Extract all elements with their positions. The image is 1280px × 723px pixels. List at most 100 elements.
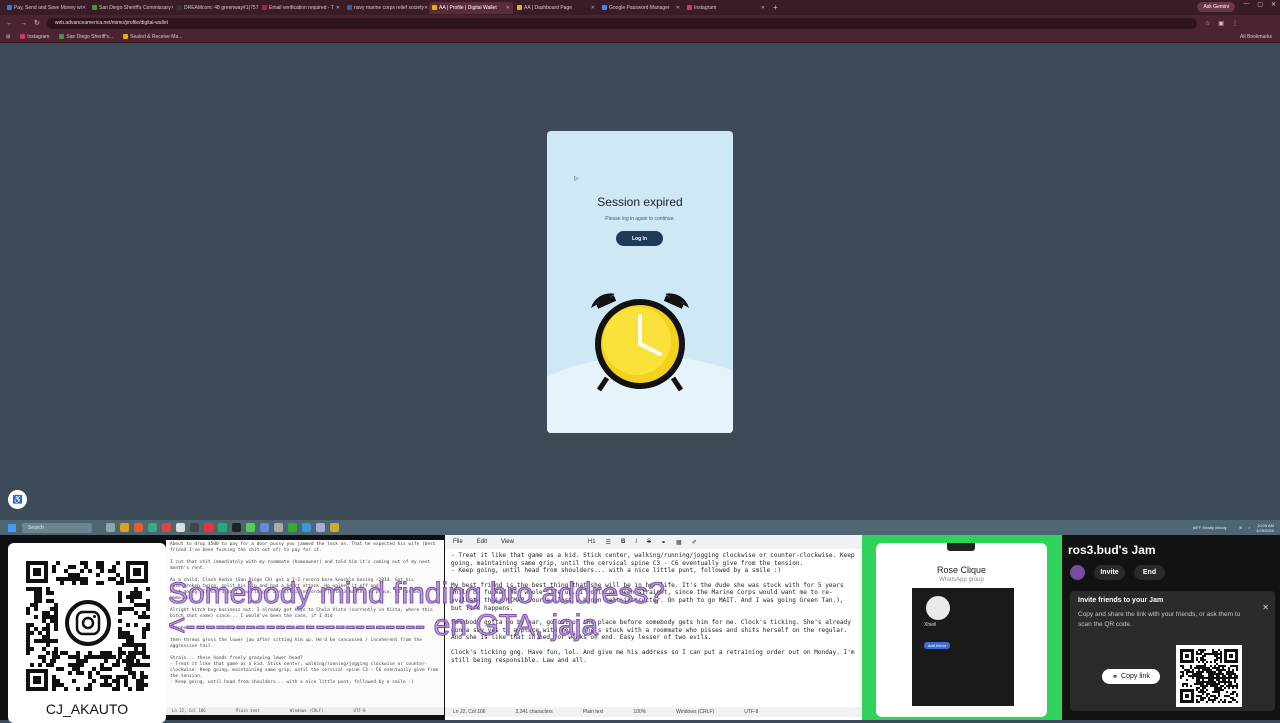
heading-dropdown[interactable]: H1 — [588, 539, 596, 546]
tab-label: AA | Profile | Digital Wallet — [439, 4, 497, 11]
taskbar-app-icon[interactable] — [120, 523, 129, 532]
browser-tab[interactable]: San Diego Sheriff's Commissary ✕ — [89, 2, 173, 14]
tab-favicon-icon — [432, 5, 437, 10]
taskbar-app-icon[interactable] — [134, 523, 143, 532]
whatsapp-group-subtitle: WhatsApp group — [939, 577, 984, 583]
taskbar-app-icon[interactable] — [232, 523, 241, 532]
maximize-icon[interactable]: ▢ — [1257, 1, 1263, 8]
clear-format-icon[interactable]: ✐ — [692, 539, 697, 546]
close-window-icon[interactable]: ✕ — [1271, 1, 1276, 8]
browser-tab[interactable]: AA | Dashboard Page ✕ — [514, 2, 598, 14]
taskbar-app-icon[interactable] — [246, 523, 255, 532]
accessibility-fab-icon[interactable]: ♿ — [8, 490, 27, 509]
bold-icon[interactable]: B — [621, 539, 625, 546]
instagram-qr-panel: CJ_AKAUTO — [8, 543, 166, 723]
browser-tab[interactable]: Pay, Send and Save Money wi ✕ — [4, 2, 88, 14]
jam-invite-button[interactable]: Invite — [1094, 565, 1125, 580]
browser-tab-bar: Pay, Send and Save Money wi ✕ San Diego Sh… — [0, 0, 1280, 15]
taskbar-app-icon[interactable] — [218, 523, 227, 532]
bookmark-item[interactable]: Instagram — [20, 34, 49, 40]
tab-close-icon[interactable]: ✕ — [336, 5, 340, 11]
bookmark-item[interactable]: San Diego Sheriff's... — [59, 34, 113, 40]
table-icon[interactable]: ▦ — [676, 539, 682, 546]
gemini-label: Ask Gemini — [1203, 4, 1229, 10]
tab-label: navy marine corps relief society — [354, 4, 425, 11]
all-bookmarks-button[interactable]: All Bookmarks — [1240, 34, 1272, 40]
browser-tab[interactable]: navy marine corps relief society ✕ — [344, 2, 428, 14]
tab-favicon-icon — [602, 5, 607, 10]
wifi-icon[interactable]: ≋ — [1239, 525, 1242, 530]
notes-status-item: Plain text — [235, 708, 260, 713]
whatsapp-group-name: Rose Clique — [936, 565, 987, 575]
close-icon[interactable]: ✕ — [1262, 603, 1269, 612]
bookmark-star-icon[interactable]: ☆ — [1205, 20, 1210, 27]
volume-icon[interactable]: ♪ — [1248, 525, 1250, 530]
browser-tab[interactable]: Instagram ✕ — [684, 2, 768, 14]
taskbar-app-icon[interactable] — [190, 523, 199, 532]
tab-label: Email verification required - T — [269, 4, 334, 11]
copy-link-button[interactable]: ⚭ Copy link — [1102, 669, 1160, 684]
taskbar-app-icon[interactable] — [260, 523, 269, 532]
minimize-icon[interactable]: — — [1243, 1, 1249, 8]
editor-status-item: Plain text — [582, 709, 604, 715]
link-icon[interactable]: ⚭ — [661, 539, 666, 546]
taskbar-app-icon[interactable] — [330, 523, 339, 532]
notes-status-item: Ln 22, Col 106 — [172, 708, 206, 713]
browser-tab[interactable]: Google Password Manager ✕ — [599, 2, 683, 14]
jam-end-button[interactable]: End — [1134, 565, 1165, 580]
tab-close-icon[interactable]: ✕ — [591, 5, 595, 11]
menu-view[interactable]: View — [501, 539, 514, 545]
taskbar-app-icon[interactable] — [176, 523, 185, 532]
tab-close-icon[interactable]: ✕ — [82, 5, 86, 11]
overlay-caption-line-2: <------------------------ en GTA, jaja — [168, 609, 599, 642]
tab-close-icon[interactable]: ✕ — [171, 5, 173, 11]
clock[interactable]: 10:05 AM 4/28/2025 — [1256, 523, 1274, 533]
taskbar-app-icon[interactable] — [204, 523, 213, 532]
back-icon[interactable]: ← — [6, 20, 13, 27]
extensions-icon[interactable]: ▣ — [1218, 20, 1224, 27]
windows-taskbar: Search 68°F Mostly cloudy ≋ ♪ 10:05 AM 4… — [0, 520, 1280, 535]
new-tab-icon[interactable]: + — [773, 3, 778, 12]
tab-label: DREAMcom: 48 greenway#1(757) — [184, 4, 258, 11]
taskbar-search[interactable]: Search — [22, 522, 92, 533]
browser-tab[interactable]: AA | Profile | Digital Wallet ✕ — [429, 1, 513, 14]
login-button[interactable]: Log In — [616, 231, 663, 246]
tab-favicon-icon — [517, 5, 522, 10]
taskbar-app-icon[interactable] — [316, 523, 325, 532]
browser-tab[interactable]: Email verification required - T ✕ — [259, 2, 343, 14]
tab-close-icon[interactable]: ✕ — [424, 5, 428, 11]
bookmark-item[interactable]: Sealed & Receive Ma... — [123, 34, 182, 40]
italic-icon[interactable]: I — [635, 539, 637, 546]
editor-status-bar: Ln 22, Col 106 2,341 characters Plain text… — [445, 707, 862, 717]
apps-icon[interactable]: ⊞ — [6, 34, 10, 40]
taskbar-app-icon[interactable] — [302, 523, 311, 532]
strikethrough-icon[interactable]: S — [647, 539, 651, 546]
url-field[interactable]: web.advanceamerica.net/mimo/profile/digi… — [46, 17, 1197, 29]
phone-notch — [947, 543, 975, 551]
weather-widget[interactable]: 68°F Mostly cloudy — [1193, 525, 1233, 530]
tab-label: Google Password Manager — [609, 4, 670, 11]
forward-icon[interactable]: → — [20, 20, 27, 27]
add-friend-button[interactable]: Add friend — [924, 642, 950, 649]
menu-edit[interactable]: Edit — [477, 539, 487, 545]
browser-tab[interactable]: DREAMcom: 48 greenway#1(757) ✕ — [174, 2, 258, 14]
spotify-jam-panel: ros3.bud's Jam Invite End Invite friends… — [1062, 535, 1280, 720]
mouse-cursor-icon: ▷ — [574, 176, 579, 182]
taskbar-app-icon[interactable] — [274, 523, 283, 532]
editor-status-item: Ln 22, Col 106 — [453, 709, 486, 715]
menu-icon[interactable]: ⋮ — [1232, 20, 1238, 27]
tab-label: Pay, Send and Save Money wi — [14, 4, 82, 11]
tab-close-icon[interactable]: ✕ — [761, 5, 765, 11]
tab-label: Instagram — [694, 4, 717, 11]
menu-file[interactable]: File — [453, 539, 463, 545]
list-icon[interactable]: ☰ — [606, 539, 611, 546]
reload-icon[interactable]: ↻ — [34, 19, 40, 27]
taskbar-app-icon[interactable] — [288, 523, 297, 532]
taskbar-app-icon[interactable] — [148, 523, 157, 532]
gemini-button[interactable]: Ask Gemini — [1197, 2, 1235, 12]
taskbar-app-icon[interactable] — [162, 523, 171, 532]
tab-close-icon[interactable]: ✕ — [506, 5, 510, 11]
start-icon[interactable] — [8, 523, 16, 532]
taskbar-app-icon[interactable] — [106, 523, 115, 532]
tab-close-icon[interactable]: ✕ — [676, 5, 680, 11]
